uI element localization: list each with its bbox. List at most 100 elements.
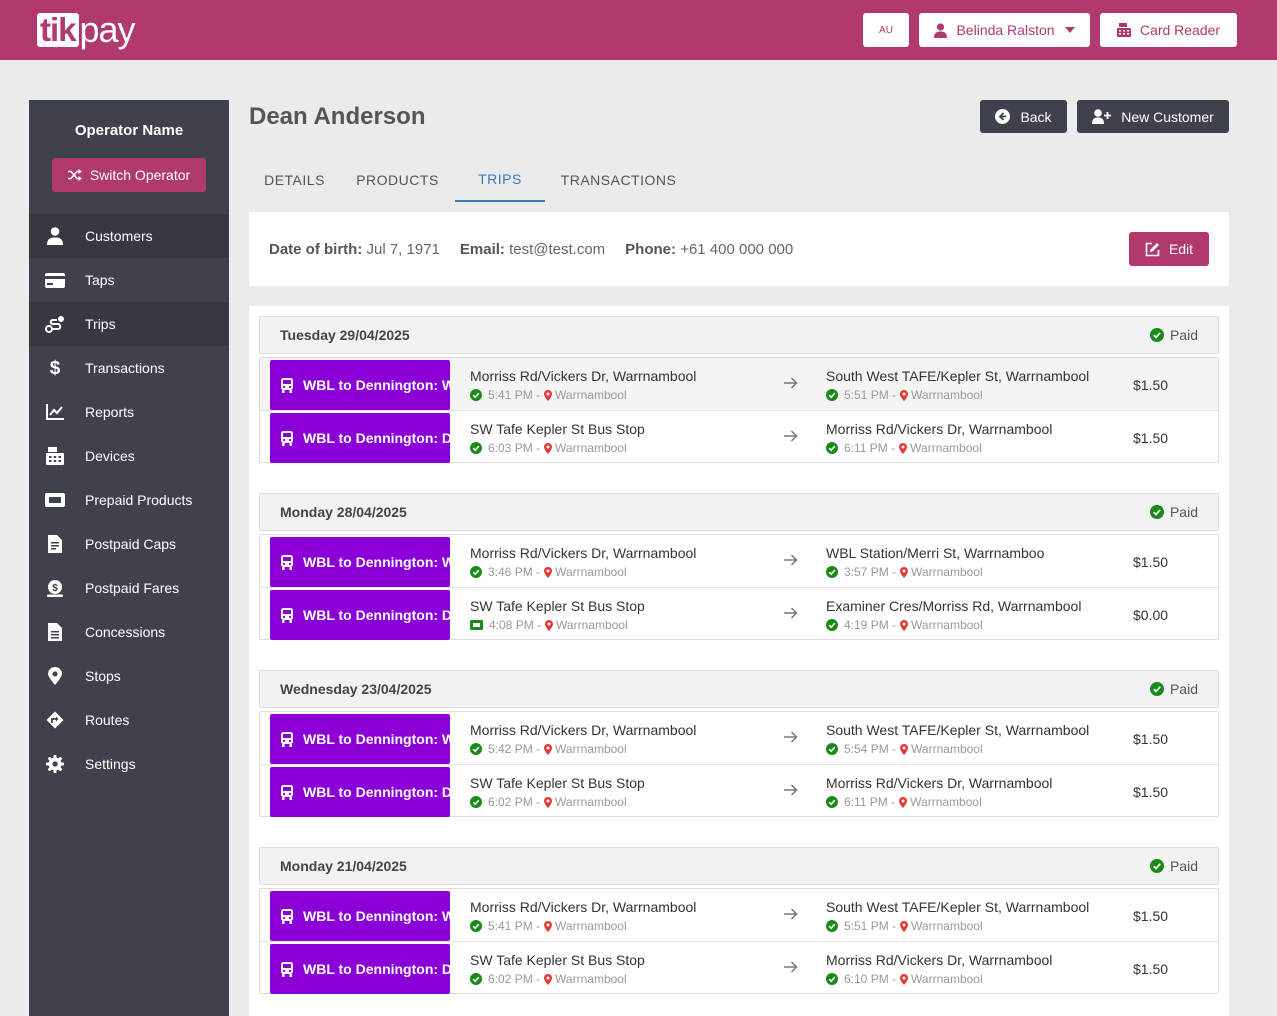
origin-town: Warrnambool bbox=[555, 565, 627, 579]
trips-panel: Tuesday 29/04/2025 Paid WBL to Dennington:… bbox=[249, 306, 1229, 1016]
coin-icon: $ bbox=[44, 579, 66, 597]
new-customer-button[interactable]: New Customer bbox=[1077, 100, 1229, 133]
route-name: WBL to Dennington: Dennington bbox=[303, 607, 450, 623]
sidebar-item-label: Prepaid Products bbox=[85, 492, 193, 508]
sidebar-item-transactions[interactable]: $ Transactions bbox=[29, 346, 229, 390]
sidebar-item-concessions[interactable]: Concessions bbox=[29, 610, 229, 654]
sidebar-item-taps[interactable]: Taps bbox=[29, 258, 229, 302]
tab-trips[interactable]: TRIPS bbox=[455, 158, 545, 202]
edit-icon bbox=[1145, 242, 1160, 257]
arrow-right-icon bbox=[784, 907, 798, 925]
destination-time: 5:51 PM bbox=[844, 388, 889, 402]
user-menu-button[interactable]: Belinda Ralston bbox=[919, 13, 1090, 47]
sidebar-item-reports[interactable]: Reports bbox=[29, 390, 229, 434]
trip-row[interactable]: WBL to Dennington: Dennington SW Tafe Kep… bbox=[260, 587, 1218, 640]
ticket-icon bbox=[44, 493, 66, 507]
trip-row[interactable]: WBL to Dennington: Dennington SW Tafe Kep… bbox=[260, 764, 1218, 817]
route-badge: WBL to Dennington: Warrnambool bbox=[270, 714, 450, 764]
origin-stop-name: Morriss Rd/Vickers Dr, Warrnambool bbox=[470, 545, 697, 561]
sidebar-item-label: Transactions bbox=[85, 360, 165, 376]
map-pin-icon bbox=[544, 566, 553, 578]
destination-town: Warrnambool bbox=[911, 919, 983, 933]
sidebar-item-stops[interactable]: Stops bbox=[29, 654, 229, 698]
user-icon bbox=[934, 22, 948, 38]
edit-button[interactable]: Edit bbox=[1129, 232, 1209, 266]
back-button[interactable]: Back bbox=[980, 100, 1067, 133]
trip-row[interactable]: WBL to Dennington: Warrnambool Morriss Rd… bbox=[260, 358, 1218, 410]
sidebar-item-settings[interactable]: Settings bbox=[29, 742, 229, 786]
route-icon bbox=[44, 315, 66, 333]
arrow-right-icon bbox=[784, 783, 798, 801]
tab-details[interactable]: DETAILS bbox=[249, 158, 340, 202]
check-circle-icon bbox=[826, 920, 838, 932]
top-bar: tik pay AU Belinda Ralston Card Reader bbox=[0, 0, 1277, 60]
card-reader-button[interactable]: Card Reader bbox=[1100, 13, 1237, 47]
trip-day-header: Monday 28/04/2025 Paid bbox=[259, 493, 1219, 531]
destination-time: 5:54 PM bbox=[844, 742, 889, 756]
destination-stop: South West TAFE/Kepler St, Warrnambool 5:… bbox=[826, 722, 1089, 756]
trip-row[interactable]: WBL to Dennington: Dennington SW Tafe Kep… bbox=[260, 410, 1218, 463]
dollar-icon: $ bbox=[44, 358, 66, 378]
trip-day-header: Tuesday 29/04/2025 Paid bbox=[259, 316, 1219, 354]
trip-price: $1.50 bbox=[1133, 377, 1169, 393]
map-pin-icon bbox=[899, 796, 908, 808]
check-circle-icon bbox=[826, 389, 838, 401]
sidebar-item-postpaid-fares[interactable]: $ Postpaid Fares bbox=[29, 566, 229, 610]
sidebar-item-trips[interactable]: Trips bbox=[29, 302, 229, 346]
map-pin-icon bbox=[900, 920, 909, 932]
sidebar-item-postpaid-caps[interactable]: Postpaid Caps bbox=[29, 522, 229, 566]
paid-label: Paid bbox=[1169, 681, 1198, 697]
destination-stop: Morriss Rd/Vickers Dr, Warrnambool 6:11 P… bbox=[826, 421, 1052, 455]
bus-icon bbox=[280, 430, 294, 446]
destination-town: Warrnambool bbox=[910, 795, 982, 809]
check-circle-icon bbox=[470, 442, 482, 454]
svg-text:$: $ bbox=[50, 358, 61, 378]
trip-row[interactable]: WBL to Dennington: Warrnambool Morriss Rd… bbox=[260, 535, 1218, 587]
check-circle-icon bbox=[826, 743, 838, 755]
tab-products[interactable]: PRODUCTS bbox=[340, 158, 455, 202]
origin-town: Warrnambool bbox=[555, 795, 627, 809]
origin-stop-name: SW Tafe Kepler St Bus Stop bbox=[470, 775, 645, 791]
destination-stop-meta: 5:54 PM - Warrnambool bbox=[826, 742, 1089, 756]
sidebar-item-label: Devices bbox=[85, 448, 135, 464]
sidebar-item-customers[interactable]: Customers bbox=[29, 214, 229, 258]
tikpay-logo[interactable]: tik pay bbox=[37, 8, 136, 52]
destination-time: 3:57 PM bbox=[844, 565, 889, 579]
tab-transactions[interactable]: TRANSACTIONS bbox=[545, 158, 692, 202]
origin-stop-meta: 5:42 PM - Warrnambool bbox=[470, 742, 696, 756]
destination-stop-meta: 6:10 PM - Warrnambool bbox=[826, 972, 1052, 986]
destination-stop: South West TAFE/Kepler St, Warrnambool 5:… bbox=[826, 899, 1089, 933]
sidebar-item-prepaid-products[interactable]: Prepaid Products bbox=[29, 478, 229, 522]
trip-row[interactable]: WBL to Dennington: Dennington SW Tafe Kep… bbox=[260, 941, 1218, 994]
map-pin-icon bbox=[900, 389, 909, 401]
map-pin-icon bbox=[900, 973, 909, 985]
origin-stop-name: SW Tafe Kepler St Bus Stop bbox=[470, 598, 645, 614]
phone-value: +61 400 000 000 bbox=[680, 241, 794, 258]
origin-stop: SW Tafe Kepler St Bus Stop 4:08 PM - Warrn… bbox=[470, 598, 645, 632]
trip-row[interactable]: WBL to Dennington: Warrnambool Morriss Rd… bbox=[260, 712, 1218, 764]
destination-town: Warrnambool bbox=[911, 388, 983, 402]
phone-field: Phone: +61 400 000 000 bbox=[625, 241, 793, 258]
route-badge: WBL to Dennington: Dennington bbox=[270, 944, 450, 994]
origin-time: 5:41 PM bbox=[488, 388, 533, 402]
sidebar-item-label: Postpaid Fares bbox=[85, 580, 180, 596]
sidebar-item-devices[interactable]: Devices bbox=[29, 434, 229, 478]
destination-stop-name: Morriss Rd/Vickers Dr, Warrnambool bbox=[826, 952, 1053, 968]
sidebar-item-routes[interactable]: Routes bbox=[29, 698, 229, 742]
check-circle-icon bbox=[470, 389, 482, 401]
caret-down-icon bbox=[1064, 27, 1075, 33]
switch-operator-button[interactable]: Switch Operator bbox=[52, 158, 206, 192]
destination-stop: WBL Station/Merri St, Warrnamboo 3:57 PM … bbox=[826, 545, 1044, 579]
dob-field: Date of birth: Jul 7, 1971 bbox=[269, 241, 440, 258]
customer-info-row: Date of birth: Jul 7, 1971 Email: test@t… bbox=[269, 241, 813, 258]
route-name: WBL to Dennington: Warrnambool bbox=[303, 731, 450, 747]
back-label: Back bbox=[1020, 108, 1052, 125]
destination-stop-meta: 5:51 PM - Warrnambool bbox=[826, 919, 1089, 933]
destination-stop: Examiner Cres/Morriss Rd, Warrnambool 4:1… bbox=[826, 598, 1081, 632]
trip-row[interactable]: WBL to Dennington: Warrnambool Morriss Rd… bbox=[260, 889, 1218, 941]
paid-label: Paid bbox=[1169, 858, 1198, 874]
map-pin-icon bbox=[544, 796, 553, 808]
trip-list: WBL to Dennington: Warrnambool Morriss Rd… bbox=[259, 534, 1219, 640]
region-button[interactable]: AU bbox=[863, 13, 909, 47]
route-name: WBL to Dennington: Dennington bbox=[303, 430, 450, 446]
